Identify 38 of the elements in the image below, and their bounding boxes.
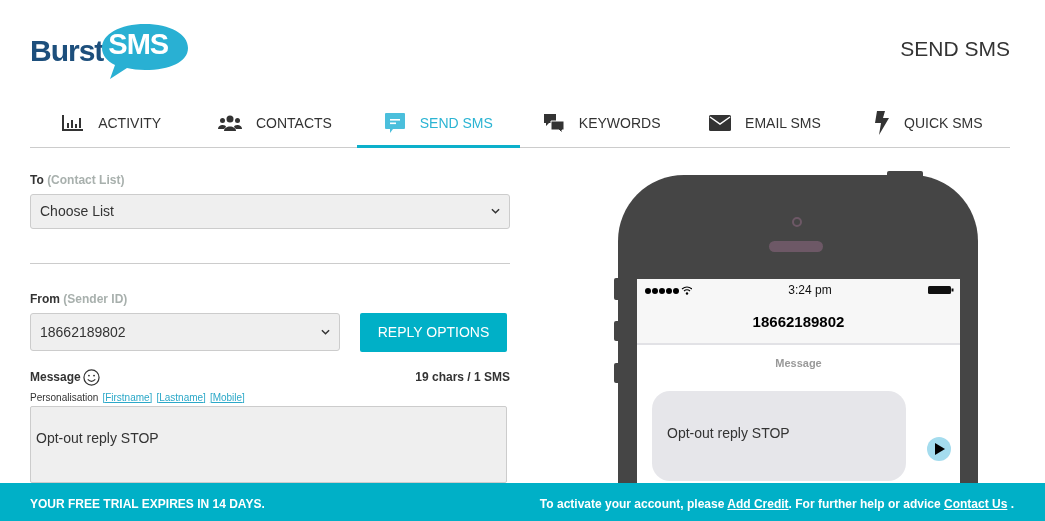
- lightning-icon: [874, 110, 890, 135]
- nav-tab[interactable]: CONTACTS: [193, 100, 357, 148]
- speaker-drawing: [769, 241, 823, 252]
- contact-number: 18662189802: [637, 300, 960, 345]
- battery-icon: [928, 284, 954, 295]
- message-bubble: Opt-out reply STOP: [652, 391, 906, 481]
- thread-label: Message: [774, 357, 823, 369]
- trial-notice: YOUR FREE TRIAL EXPIRES IN 14 DAYS.: [30, 496, 265, 511]
- status-time: 3:24 pm: [788, 282, 832, 297]
- chevron-icon: [321, 328, 330, 335]
- nav-tab[interactable]: EMAIL SMS: [683, 100, 847, 148]
- side-button-drawing: [614, 321, 620, 341]
- people-icon: [218, 114, 242, 131]
- side-button-drawing: [614, 278, 620, 300]
- envelope-icon: [709, 114, 732, 131]
- nav-tab[interactable]: KEYWORDS: [520, 100, 684, 148]
- contact-list-select[interactable]: Choose List: [30, 194, 510, 229]
- personalisation-label: Personalisation: [30, 391, 99, 403]
- page-title: SEND SMS: [900, 37, 1010, 61]
- signal-icon: [644, 284, 692, 295]
- nav-tab[interactable]: QUICK SMS: [846, 100, 1010, 148]
- from-label: From (Sender ID): [30, 291, 129, 306]
- to-label: To (Contact List): [30, 173, 126, 187]
- character-counter: 19 chars / 1 SMS: [415, 370, 510, 385]
- message-label: Message: [30, 370, 81, 385]
- nav-tab[interactable]: ACTIVITY: [30, 100, 194, 148]
- smiley-icon[interactable]: [82, 368, 100, 386]
- sender-id-select[interactable]: 18662189802: [30, 312, 340, 351]
- activate-notice: To activate your account, please Add Credit. For further help or advice Contact Us .: [539, 496, 1014, 511]
- message-input[interactable]: Opt-out reply STOP: [30, 405, 507, 483]
- camera-drawing: [792, 217, 802, 227]
- chats-icon: [542, 112, 565, 133]
- chevron-icon: [491, 208, 500, 215]
- side-button-drawing: [614, 363, 620, 383]
- power-button-drawing: [887, 171, 923, 179]
- chat-icon: [383, 111, 406, 134]
- bar-chart-icon: [62, 113, 85, 132]
- play-icon[interactable]: [927, 437, 951, 461]
